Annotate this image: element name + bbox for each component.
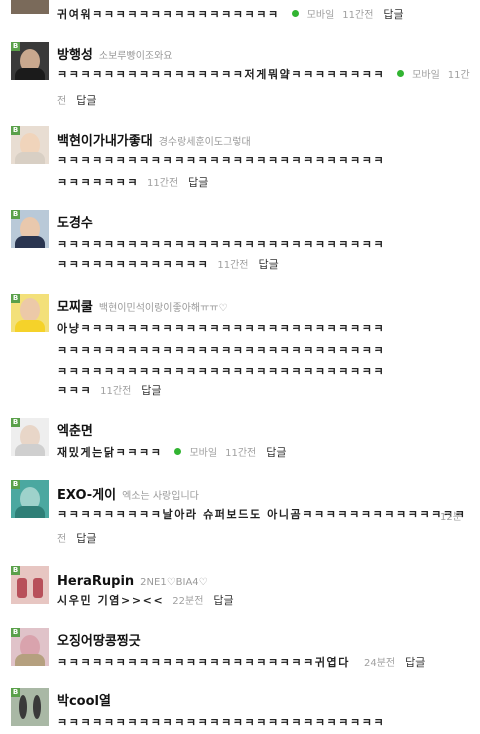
comment-text: 재밌게는닭ㅋㅋㅋㅋ — [57, 446, 163, 459]
intro-text: 소보루빵이조와요 — [98, 51, 173, 62]
comment-time: 11간전 — [342, 10, 374, 21]
mobile-dot-icon — [397, 70, 405, 77]
level-badge: B — [11, 566, 20, 575]
nickname[interactable]: 모찌쿨 — [57, 300, 93, 315]
avatar[interactable]: B — [11, 480, 49, 518]
level-badge: B — [11, 418, 20, 427]
comment-text-cont: ㅋㅋㅋㅋㅋㅋㅋ — [57, 176, 140, 189]
level-badge: B — [11, 480, 20, 489]
level-badge: B — [11, 42, 20, 51]
mobile-label: 모바일 — [412, 70, 440, 81]
level-badge: B — [11, 628, 20, 637]
reply-button[interactable]: 답글 — [188, 176, 208, 189]
mobile-dot-icon — [174, 448, 182, 455]
comment-time: 22분전 — [172, 596, 204, 607]
comment-text-cont: ㅋㅋㅋㅋㅋㅋㅋㅋㅋㅋㅋㅋㅋㅋㅋㅋㅋㅋㅋㅋㅋㅋㅋㅋㅋㅋㅋㅋ — [57, 344, 386, 357]
mobile-label: 모바일 — [189, 448, 218, 459]
avatar[interactable]: B — [11, 294, 49, 332]
level-badge: B — [11, 294, 20, 303]
nickname[interactable]: 박cool열 — [57, 694, 111, 709]
nickname[interactable]: 엑춘면 — [57, 424, 93, 439]
comment-text: 귀여워ㅋㅋㅋㅋㅋㅋㅋㅋㅋㅋㅋㅋㅋㅋㅋㅋ — [57, 8, 280, 21]
reply-button[interactable]: 답글 — [258, 258, 278, 271]
reply-button[interactable]: 답글 — [76, 532, 96, 545]
level-badge: B — [11, 126, 20, 135]
comment-time: 11간 — [447, 70, 470, 81]
reply-button[interactable]: 답글 — [76, 94, 96, 107]
comment-text: ㅋㅋㅋㅋㅋㅋㅋㅋㅋㅋㅋㅋㅋㅋㅋㅋㅋㅋㅋㅋㅋㅋ귀엽다 — [57, 656, 350, 669]
mobile-label: 모바일 — [306, 10, 335, 21]
avatar[interactable]: B — [11, 126, 49, 164]
comment-text: 아냥ㅋㅋㅋㅋㅋㅋㅋㅋㅋㅋㅋㅋㅋㅋㅋㅋㅋㅋㅋㅋㅋㅋㅋㅋㅋㅋ — [57, 322, 386, 335]
reply-button[interactable]: 답글 — [405, 656, 425, 669]
comment-text: 시우민 기염>><< — [57, 594, 165, 607]
avatar[interactable]: B — [11, 210, 49, 248]
comment-text-cont: ㅋㅋㅋㅋㅋㅋㅋㅋㅋㅋㅋㅋㅋ — [57, 258, 210, 271]
nickname[interactable]: EXO-게이 — [57, 488, 116, 503]
reply-button[interactable]: 답글 — [213, 594, 233, 607]
comment-time: 11간전 — [217, 260, 249, 271]
comment-text-cont: ㅋㅋㅋㅋㅋㅋㅋㅋㅋㅋㅋㅋㅋㅋㅋㅋㅋㅋㅋㅋㅋㅋㅋㅋㅋㅋㅋㅋ — [57, 365, 386, 378]
avatar[interactable]: B — [11, 688, 49, 726]
nickname[interactable]: 도경수 — [57, 216, 93, 231]
comment-text-cont: ㅋㅋㅋ — [57, 384, 93, 397]
nickname[interactable]: 방행성 — [57, 48, 93, 63]
reply-button[interactable]: 답글 — [141, 384, 161, 397]
avatar[interactable] — [11, 0, 49, 14]
comment-time-cont: 전 — [57, 96, 67, 107]
comment-text: ㅋㅋㅋㅋㅋㅋㅋㅋㅋㅋㅋㅋㅋㅋㅋㅋㅋㅋㅋㅋㅋㅋㅋㅋㅋㅋㅋㅋ — [57, 716, 386, 729]
comment-text: ㅋㅋㅋㅋㅋㅋㅋㅋㅋㅋㅋㅋㅋㅋㅋㅋ저게뭐얔ㅋㅋㅋㅋㅋㅋㅋㅋ — [57, 68, 386, 81]
mobile-dot-icon — [291, 10, 299, 17]
comment-time-cont: 전 — [57, 534, 67, 545]
avatar[interactable]: B — [11, 628, 49, 666]
level-badge: B — [11, 688, 20, 697]
nickname[interactable]: HeraRupin — [57, 574, 134, 589]
comment-time: 24분전 — [364, 658, 396, 669]
intro-text: 백현이민석이랑이좋아해ㅠㅠ♡ — [98, 303, 228, 314]
comment-text: ㅋㅋㅋㅋㅋㅋㅋㅋㅋㅋㅋㅋㅋㅋㅋㅋㅋㅋㅋㅋㅋㅋㅋㅋㅋㅋㅋㅋ — [57, 154, 386, 167]
nickname[interactable]: 오징어땅콩찡긋 — [57, 634, 141, 649]
nickname[interactable]: 백현이가내가좋대 — [57, 134, 153, 149]
avatar[interactable]: B — [11, 42, 49, 80]
avatar[interactable]: B — [11, 566, 49, 604]
comment-time: 11간전 — [100, 386, 132, 397]
intro-text: 엑소는 사랑입니다 — [122, 491, 199, 502]
comment-time: 12분 — [440, 512, 462, 523]
reply-button[interactable]: 답글 — [266, 446, 286, 459]
level-badge: B — [11, 210, 20, 219]
comment-text: ㅋㅋㅋㅋㅋㅋㅋㅋㅋㅋㅋㅋㅋㅋㅋㅋㅋㅋㅋㅋㅋㅋㅋㅋㅋㅋㅋㅋ — [57, 238, 386, 251]
comment-text: ㅋㅋㅋㅋㅋㅋㅋㅋㅋ날아라 슈퍼보드도 아니곰ㅋㅋㅋㅋㅋㅋㅋㅋㅋㅋㅋㅋㅋㅋ — [57, 508, 467, 521]
intro-text: 경수랑세훈이도그렇대 — [158, 137, 251, 148]
comment-time: 11간전 — [147, 178, 179, 189]
avatar[interactable]: B — [11, 418, 49, 456]
intro-text: 2NE1♡BIA4♡ — [140, 577, 208, 588]
comment-time: 11간전 — [225, 448, 257, 459]
reply-button[interactable]: 답글 — [383, 8, 403, 21]
